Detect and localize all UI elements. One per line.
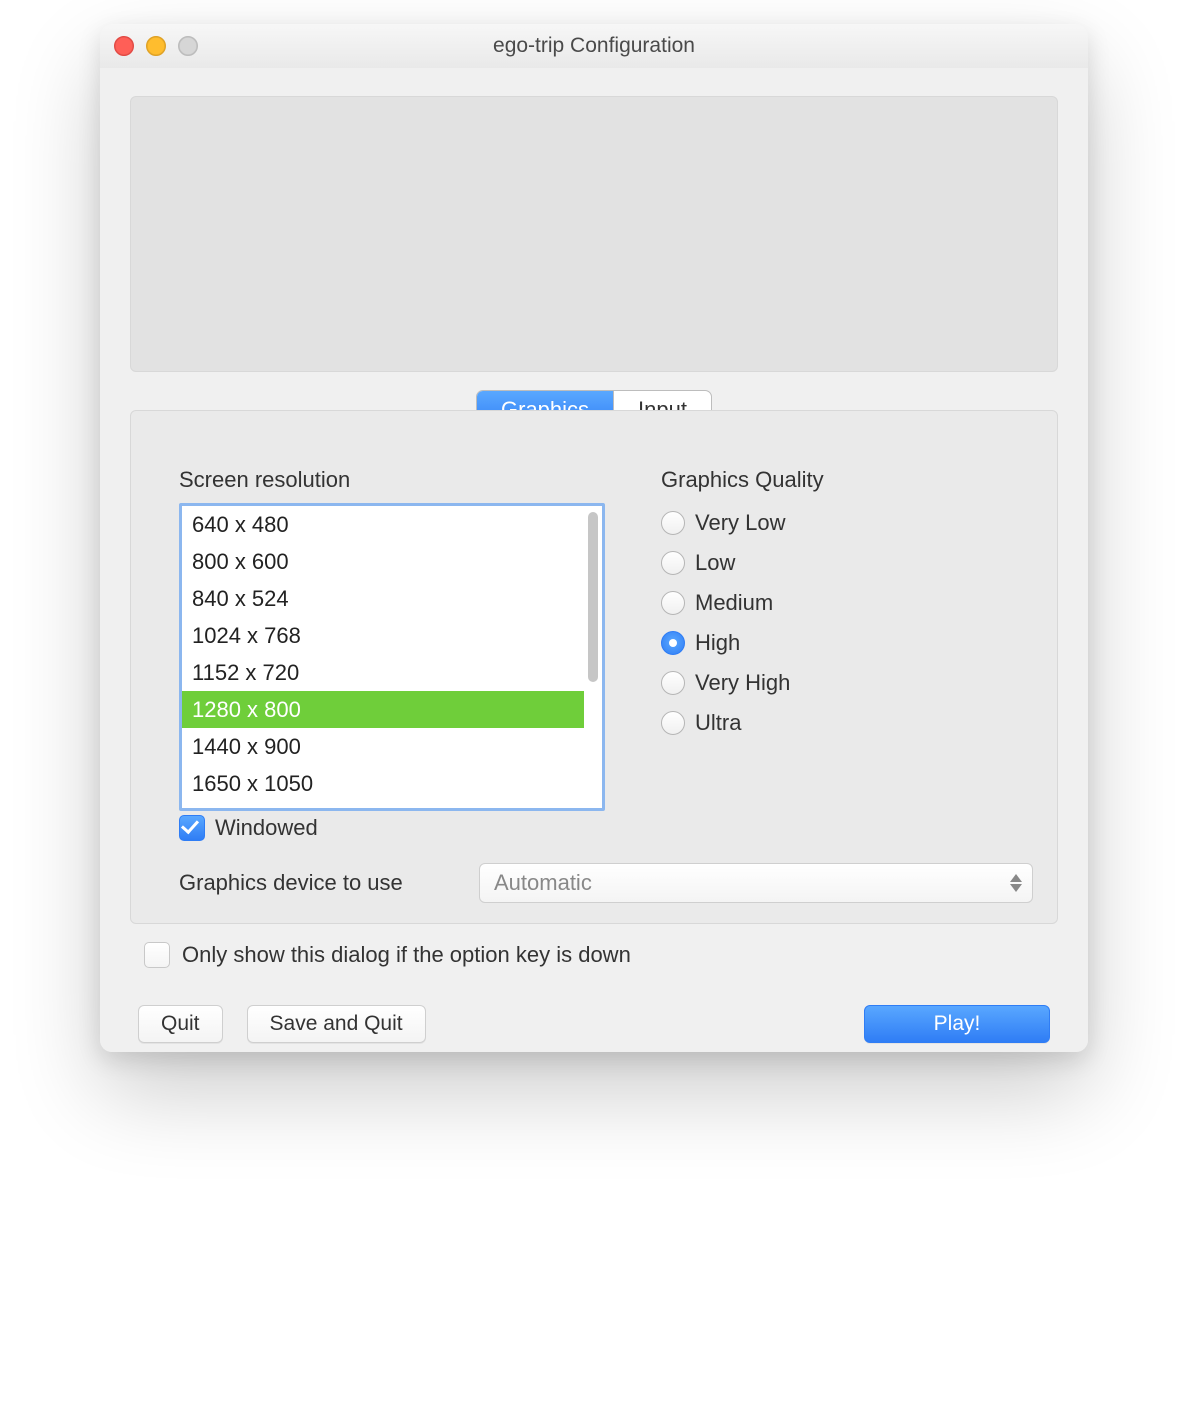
radio-icon[interactable] — [661, 631, 685, 655]
device-row: Graphics device to use Automatic — [179, 863, 1033, 903]
close-icon[interactable] — [114, 36, 134, 56]
resolution-option[interactable]: 800 x 600 — [182, 543, 584, 580]
device-label: Graphics device to use — [179, 870, 479, 896]
windowed-label: Windowed — [215, 815, 318, 841]
quality-option-label: Low — [695, 550, 735, 576]
optionkey-label: Only show this dialog if the option key … — [182, 942, 631, 968]
scrollbar[interactable] — [588, 512, 598, 802]
window-title: ego-trip Configuration — [493, 34, 695, 57]
stepper-icon — [1010, 874, 1022, 892]
play-button[interactable]: Play! — [864, 1005, 1050, 1043]
quality-option-label: Medium — [695, 590, 773, 616]
save-and-quit-button[interactable]: Save and Quit — [247, 1005, 426, 1043]
resolution-listbox[interactable]: 640 x 480800 x 600840 x 5241024 x 768115… — [179, 503, 605, 811]
quality-option[interactable]: Very High — [661, 663, 1033, 703]
radio-icon[interactable] — [661, 591, 685, 615]
resolution-option[interactable]: 640 x 480 — [182, 506, 584, 543]
quality-option-label: High — [695, 630, 740, 656]
radio-icon[interactable] — [661, 671, 685, 695]
radio-icon[interactable] — [661, 711, 685, 735]
graphics-panel: Screen resolution 640 x 480800 x 600840 … — [130, 410, 1058, 924]
quit-button[interactable]: Quit — [138, 1005, 223, 1043]
quality-option[interactable]: Very Low — [661, 503, 1033, 543]
resolution-option[interactable]: 1024 x 768 — [182, 617, 584, 654]
device-select[interactable]: Automatic — [479, 863, 1033, 903]
minimize-icon[interactable] — [146, 36, 166, 56]
radio-icon[interactable] — [661, 511, 685, 535]
window-body: Graphics Input Screen resolution 640 x 4… — [100, 68, 1088, 1052]
resolution-option[interactable]: 1152 x 720 — [182, 654, 584, 691]
resolution-option[interactable]: 1440 x 900 — [182, 728, 584, 765]
titlebar: ego-trip Configuration — [100, 24, 1088, 69]
quality-option-label: Very Low — [695, 510, 786, 536]
optionkey-checkbox[interactable] — [144, 942, 170, 968]
device-select-value: Automatic — [494, 870, 592, 896]
scrollbar-thumb[interactable] — [588, 512, 598, 682]
quality-option[interactable]: Ultra — [661, 703, 1033, 743]
quality-section: Graphics Quality Very Low Low Medium High Ve… — [661, 467, 1033, 743]
resolution-option[interactable]: 1280 x 800 — [182, 691, 584, 728]
quality-option[interactable]: Low — [661, 543, 1033, 583]
banner-image — [130, 96, 1058, 372]
resolution-option[interactable]: 840 x 524 — [182, 580, 584, 617]
button-bar: Quit Save and Quit Play! — [138, 1004, 1050, 1044]
resolution-section: Screen resolution 640 x 480800 x 600840 … — [179, 467, 609, 811]
windowed-row[interactable]: Windowed — [179, 815, 318, 841]
quality-option-label: Ultra — [695, 710, 741, 736]
resolution-option[interactable]: 1650 x 1050 — [182, 765, 584, 802]
traffic-lights — [114, 36, 198, 56]
resolution-label: Screen resolution — [179, 467, 609, 493]
quality-option[interactable]: High — [661, 623, 1033, 663]
quality-label: Graphics Quality — [661, 467, 1033, 493]
optionkey-row[interactable]: Only show this dialog if the option key … — [144, 942, 631, 968]
radio-icon[interactable] — [661, 551, 685, 575]
windowed-checkbox[interactable] — [179, 815, 205, 841]
quality-option-label: Very High — [695, 670, 790, 696]
config-window: ego-trip Configuration Graphics Input Sc… — [100, 24, 1088, 1052]
zoom-icon — [178, 36, 198, 56]
quality-option[interactable]: Medium — [661, 583, 1033, 623]
